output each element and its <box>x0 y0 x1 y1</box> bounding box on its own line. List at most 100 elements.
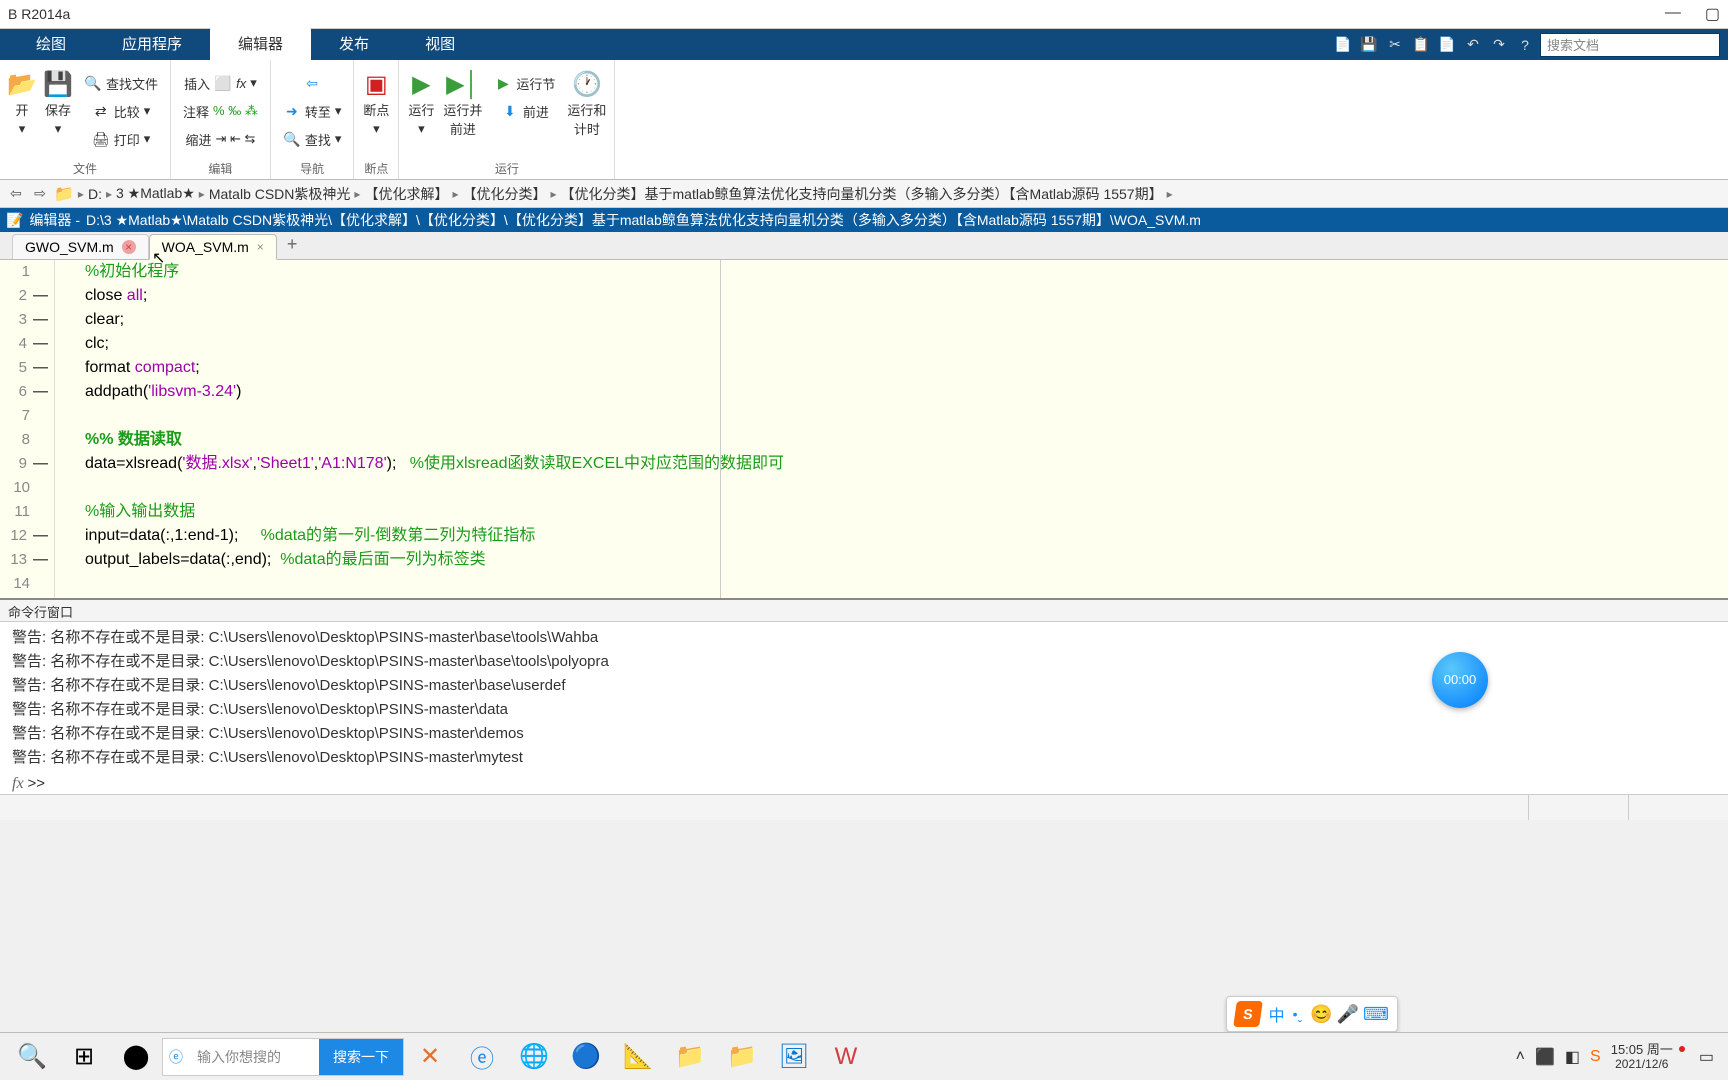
find-button[interactable]: 🔍查找 ▾ <box>279 126 346 152</box>
tray-app-icon[interactable]: ⬛ <box>1535 1047 1555 1067</box>
run-time-button[interactable]: 🕐 运行和 计时 <box>567 64 606 138</box>
run-icon: ▶ <box>407 70 435 98</box>
cmd-prompt: >> <box>28 772 46 794</box>
cortana-icon[interactable]: 🔵 <box>560 1036 612 1078</box>
qa-undo-icon[interactable]: ↶ <box>1462 34 1484 56</box>
obs-icon[interactable]: ⬤ <box>110 1036 162 1078</box>
cmd-output-line: 警告: 名称不存在或不是目录: C:\Users\lenovo\Desktop\… <box>12 746 1716 770</box>
app-icon[interactable]: ✕ <box>404 1036 456 1078</box>
sogou-tray-icon[interactable]: S <box>1590 1048 1601 1066</box>
find-files-button[interactable]: 🔍查找文件 <box>80 70 162 96</box>
wps-icon[interactable]: W <box>820 1036 872 1078</box>
quick-access: 📄 💾 ✂ 📋 📄 ↶ ↷ ? 搜索文档 <box>1332 29 1728 60</box>
breakpoint-icon: ▣ <box>362 70 390 98</box>
edge-icon[interactable]: ⓔ <box>456 1036 508 1078</box>
group-edit-label: 编辑 <box>179 158 262 179</box>
explorer-icon-2[interactable]: 📁 <box>716 1036 768 1078</box>
minimize-button[interactable]: — <box>1665 4 1681 24</box>
fx-icon[interactable]: fx <box>12 772 24 794</box>
task-view-icon[interactable]: ⊞ <box>58 1036 110 1078</box>
cmd-output-line: 警告: 名称不存在或不是目录: C:\Users\lenovo\Desktop\… <box>12 722 1716 746</box>
file-tabs: GWO_SVM.m × WOA_SVM.m × + <box>0 232 1728 260</box>
command-window[interactable]: 警告: 名称不存在或不是目录: C:\Users\lenovo\Desktop\… <box>0 622 1728 794</box>
find-files-icon: 🔍 <box>84 74 102 92</box>
browser-icon[interactable]: 🌐 <box>508 1036 560 1078</box>
tab-view[interactable]: 视图 <box>397 27 483 60</box>
cmd-output-line: 警告: 名称不存在或不是目录: C:\Users\lenovo\Desktop\… <box>12 626 1716 650</box>
editor-file-path: D:\3 ★Matlab★\Matalb CSDN紫极神光\【优化求解】\【优化… <box>86 210 1201 230</box>
taskbar: 🔍 ⊞ ⬤ ⓔ 输入你想搜的 搜索一下 ✕ ⓔ 🌐 🔵 📐 📁 📁 🖼 W ˄ … <box>0 1032 1728 1080</box>
qa-paste-icon[interactable]: 📄 <box>1436 34 1458 56</box>
folder-icon[interactable]: 📁 <box>54 184 74 204</box>
search-icon[interactable]: 🔍 <box>6 1036 58 1078</box>
qa-help-icon[interactable]: ? <box>1514 34 1536 56</box>
qa-redo-icon[interactable]: ↷ <box>1488 34 1510 56</box>
close-tab-icon[interactable]: × <box>122 240 136 254</box>
matlab-icon[interactable]: 📐 <box>612 1036 664 1078</box>
run-advance-icon: ▶│ <box>449 70 477 98</box>
qa-copy-icon[interactable]: 📋 <box>1410 34 1432 56</box>
ribbon-body: 📂 开▾ 💾 保存▾ 🔍查找文件 ⇄比较 ▾ 🖨打印 ▾ 文件 插入 ⬜ fx … <box>0 60 1728 180</box>
file-tab-2[interactable]: WOA_SVM.m × <box>149 234 277 260</box>
line-numbers: 1 2— 3— 4— 5— 6— 7 8 9— 10 11 12— 13— 14 <box>0 260 55 598</box>
taskbar-search-button[interactable]: 搜索一下 <box>319 1039 403 1075</box>
command-window-title: 命令行窗口 <box>0 600 1728 622</box>
fwd-button[interactable]: ⇨ <box>30 184 50 204</box>
back-button[interactable]: ⇦ <box>6 184 26 204</box>
compare-button[interactable]: ⇄比较 ▾ <box>88 98 155 124</box>
close-tab-icon[interactable]: × <box>257 240 264 254</box>
keyboard-icon[interactable]: ⌨ <box>1363 1004 1389 1025</box>
ime-popup[interactable]: S 中 •ˬ 😊 🎤 ⌨ <box>1226 996 1398 1032</box>
emoji-icon[interactable]: 😊 <box>1310 1004 1332 1025</box>
editor-titlebar: 📝 编辑器 - D:\3 ★Matlab★\Matalb CSDN紫极神光\【优… <box>0 208 1728 232</box>
advance-button[interactable]: ⬇前进 <box>497 98 553 124</box>
goto-menu-button[interactable]: ➜转至 ▾ <box>279 98 346 124</box>
group-run-label: 运行 <box>407 158 606 179</box>
tab-publish[interactable]: 发布 <box>311 27 397 60</box>
ie-icon: ⓔ <box>163 1047 189 1067</box>
timer-bubble[interactable]: 00:00 <box>1432 652 1488 708</box>
tray-app-icon[interactable]: ◧ <box>1565 1047 1580 1067</box>
qa-save-icon[interactable]: 💾 <box>1358 34 1380 56</box>
add-tab-button[interactable]: + <box>277 230 308 259</box>
statusbar <box>0 794 1728 820</box>
editor-icon: 📝 <box>6 212 23 229</box>
run-time-icon: 🕐 <box>573 70 601 98</box>
breakpoints-button[interactable]: ▣ 断点▾ <box>362 64 390 137</box>
file-tab-1[interactable]: GWO_SVM.m × <box>12 234 149 259</box>
group-bp-label: 断点 <box>362 158 390 179</box>
explorer-icon[interactable]: 📁 <box>664 1036 716 1078</box>
sogou-icon: S <box>1233 1001 1263 1027</box>
photos-icon[interactable]: 🖼 <box>768 1036 820 1078</box>
save-button[interactable]: 💾 保存▾ <box>44 64 72 137</box>
qa-new-icon[interactable]: 📄 <box>1332 34 1354 56</box>
print-button[interactable]: 🖨打印 ▾ <box>88 126 155 152</box>
save-icon: 💾 <box>44 70 72 98</box>
maximize-button[interactable]: ▢ <box>1705 4 1720 24</box>
breadcrumb: ⇦ ⇨ 📁 ▸ D:▸ 3 ★Matlab★▸ Matalb CSDN紫极神光▸… <box>0 180 1728 208</box>
code-editor[interactable]: 1 2— 3— 4— 5— 6— 7 8 9— 10 11 12— 13— 14… <box>0 260 1728 600</box>
insert-button[interactable]: 插入 ⬜ fx ▾ <box>180 70 261 96</box>
mic-icon[interactable]: 🎤 <box>1337 1004 1359 1025</box>
open-button[interactable]: 📂 开▾ <box>8 64 36 137</box>
run-section-button[interactable]: ▶运行节 <box>490 70 559 96</box>
tab-plot[interactable]: 绘图 <box>8 27 94 60</box>
tab-editor[interactable]: 编辑器 <box>210 27 311 60</box>
search-docs-input[interactable]: 搜索文档 <box>1540 33 1720 57</box>
run-advance-button[interactable]: ▶│ 运行并 前进 <box>443 64 482 138</box>
tab-apps[interactable]: 应用程序 <box>94 27 210 60</box>
indent-button[interactable]: 缩进 ⇥ ⇤ ⇆ <box>181 126 259 152</box>
tray-clock[interactable]: 15:05 周一 2021/12/6 <box>1611 1042 1673 1072</box>
tray-up-icon[interactable]: ˄ <box>1516 1048 1525 1066</box>
ribbon-tab-strip: 绘图 应用程序 编辑器 发布 视图 📄 💾 ✂ 📋 📄 ↶ ↷ ? 搜索文档 <box>0 29 1728 60</box>
comment-button[interactable]: 注释 % ‰ ⁂ <box>179 98 262 124</box>
system-tray: ˄ ⬛ ◧ S 15:05 周一 2021/12/6 ▭ <box>1516 1042 1722 1072</box>
run-button[interactable]: ▶ 运行▾ <box>407 64 435 137</box>
group-file-label: 文件 <box>8 158 162 179</box>
notifications-icon[interactable]: ▭ <box>1699 1047 1714 1067</box>
qa-cut-icon[interactable]: ✂ <box>1384 34 1406 56</box>
code-body[interactable]: %初始化程序 close all; clear; clc; format com… <box>55 260 1728 598</box>
goto-button[interactable]: ⇦ <box>299 70 325 96</box>
window-title: B R2014a <box>8 6 1665 22</box>
taskbar-search[interactable]: ⓔ 输入你想搜的 搜索一下 <box>162 1038 404 1076</box>
